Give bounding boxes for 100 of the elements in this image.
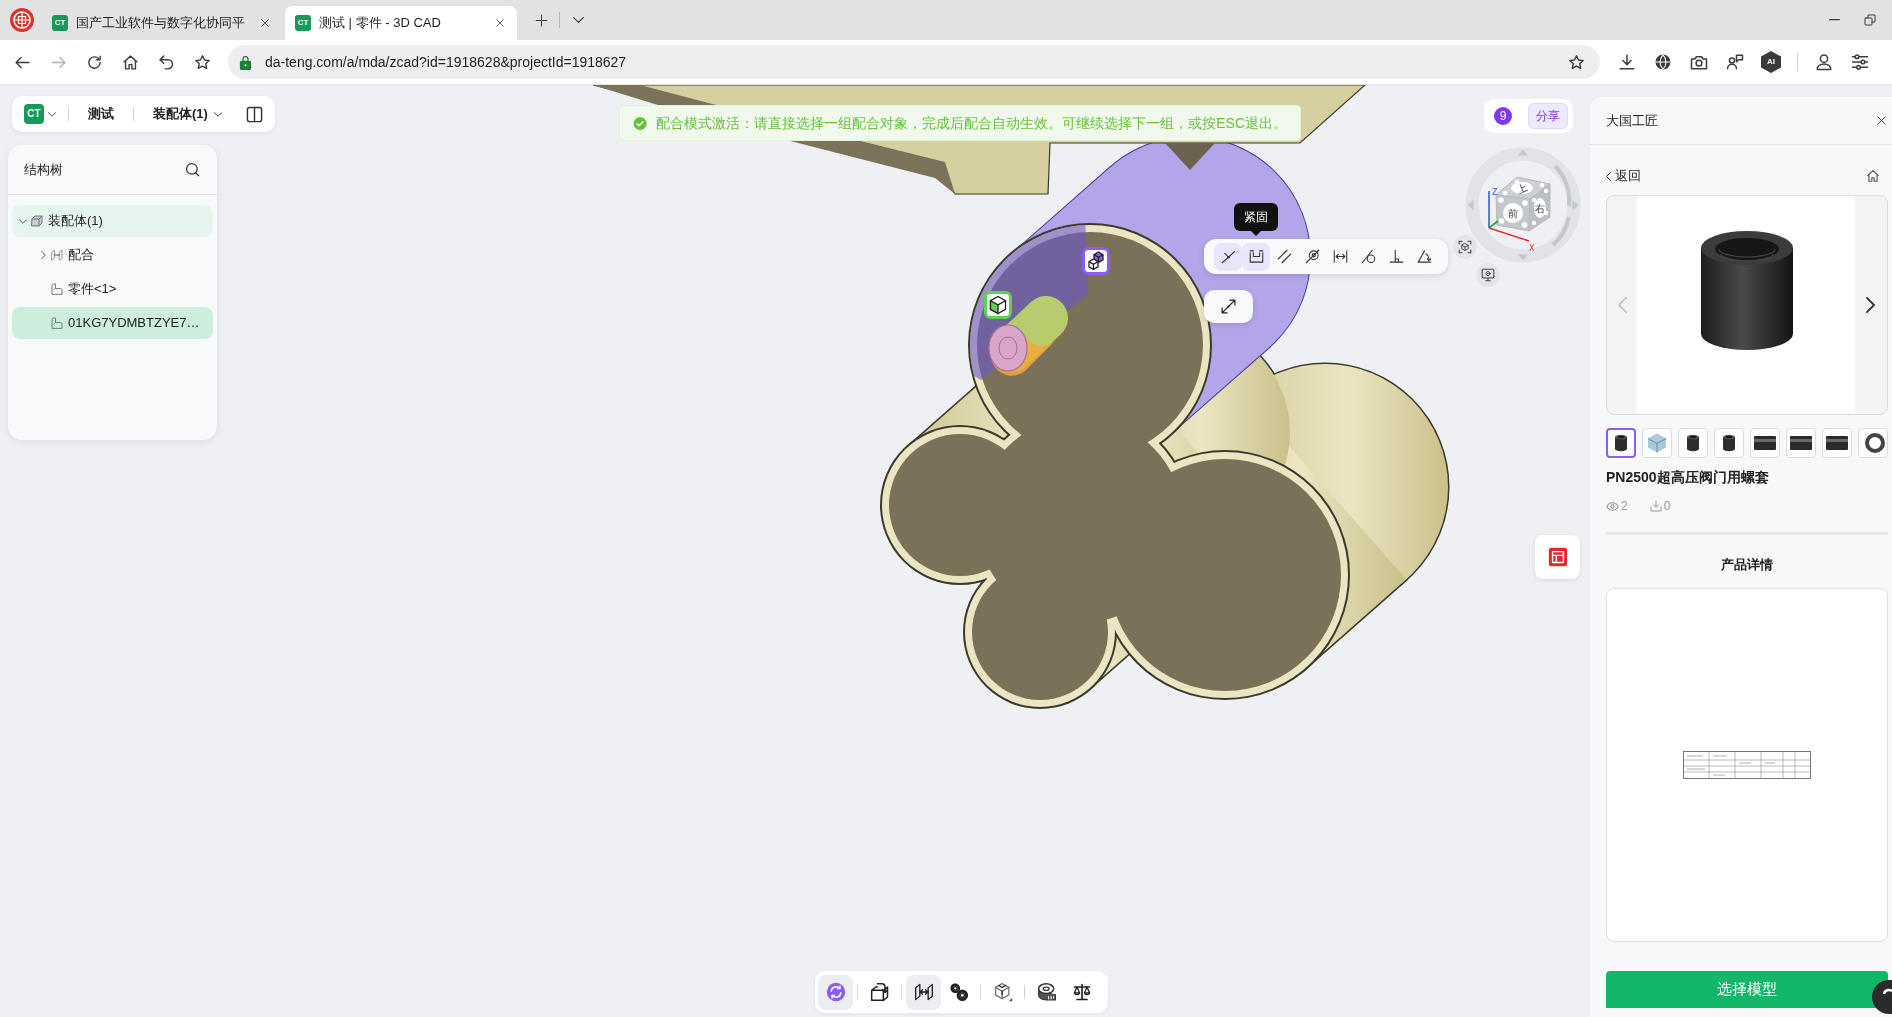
ai-extension-button[interactable]: AI [1761, 51, 1781, 73]
axis-label: X [1529, 244, 1535, 253]
view-cube[interactable] [1495, 176, 1551, 232]
angle-arc-icon [1416, 249, 1432, 264]
eye-icon [1606, 499, 1619, 513]
stacked-box-icon [31, 215, 43, 227]
chevron-left-icon [1617, 297, 1627, 313]
restore-icon [1864, 14, 1876, 26]
perpendicular-icon [1388, 249, 1404, 264]
home-icon [1866, 169, 1880, 183]
coincident-button[interactable] [1214, 242, 1242, 271]
mate-button[interactable] [906, 974, 941, 1010]
display-button[interactable] [1476, 263, 1500, 287]
document-menu-button[interactable]: 装配体(1) [146, 102, 229, 126]
search-icon [185, 162, 200, 177]
close-icon [260, 18, 270, 28]
orbit-arrows-icon [825, 982, 846, 1002]
tooltip: 紧固 [1234, 203, 1278, 236]
parallel-lines-icon [1276, 249, 1292, 264]
fit-view-button[interactable] [1453, 235, 1477, 259]
people-icon [1726, 53, 1744, 71]
monitor-icon [1481, 268, 1495, 282]
notice-text: 配合模式激活：请直接选择一组配合对象，完成后配合自动生效。可继续选择下一组，或按ESC退出。 [656, 113, 1287, 133]
report-button[interactable] [1535, 535, 1580, 579]
star-icon [1567, 53, 1585, 71]
rotate-button[interactable] [818, 974, 853, 1010]
panel-title: 结构树 [24, 160, 63, 179]
section-title: 产品详情 [1720, 556, 1774, 573]
sliders-icon [1851, 53, 1869, 71]
person-icon [1815, 53, 1833, 71]
panel-title: 大国工匠 [1606, 111, 1658, 130]
close-icon [495, 18, 505, 28]
back-link[interactable]: 返回 [1606, 166, 1641, 186]
box-arrow-icon [869, 982, 890, 1002]
balance-scale-icon [1071, 982, 1092, 1002]
help-bubble-icon[interactable] [1872, 980, 1892, 1014]
cube-caret-icon [992, 982, 1013, 1002]
browser-tab[interactable]: CT 国产工业软件与数字化协同平 [42, 6, 282, 40]
emblem-icon [10, 8, 34, 32]
close-icon [1876, 115, 1887, 126]
planes-arrow-icon [913, 982, 934, 1002]
download-icon [1618, 53, 1636, 71]
home-icon [121, 53, 139, 71]
browser-tab[interactable]: CT 测试 | 零件 - 3D CAD [285, 6, 517, 40]
tree-item[interactable]: 配合 [12, 239, 213, 271]
globe-icon [1654, 53, 1672, 71]
orbit-ring[interactable] [1465, 147, 1581, 263]
site-logo: CT [295, 15, 311, 31]
distance-arrows-icon [1332, 249, 1348, 264]
download-count: 0 [1663, 498, 1671, 515]
split-panel-icon [246, 105, 263, 123]
camera-icon [1690, 53, 1708, 71]
chevron-right-icon [1865, 297, 1875, 313]
part-outline-icon [51, 317, 63, 329]
download-icon [1649, 500, 1662, 512]
count-badge: 9 [1494, 107, 1512, 125]
close-tab-button[interactable] [493, 16, 507, 30]
tree-item[interactable]: 01KG7YDMBTZYE7… [12, 307, 213, 339]
caret-icon [48, 111, 56, 117]
site-logo: CT [52, 15, 68, 31]
share-button[interactable]: 分享 [1528, 103, 1568, 129]
panel-toggle-button[interactable] [246, 105, 263, 123]
line-point-icon [1220, 249, 1236, 264]
tree-item[interactable]: 零件<1> [12, 273, 213, 305]
app-logo[interactable]: CT [24, 104, 44, 124]
chevron-left-icon [1606, 171, 1611, 181]
close-panel-button[interactable] [1876, 115, 1887, 126]
check-circle-icon [633, 115, 648, 131]
axis-label: Z [1492, 188, 1498, 197]
view-count: 2 [1621, 498, 1628, 515]
star-icon [193, 53, 211, 71]
bracket-icon [1248, 249, 1264, 264]
flip-direction-button[interactable] [1204, 290, 1253, 323]
two-cubes-marker-icon[interactable] [1082, 247, 1110, 275]
project-button[interactable]: 测试 [81, 102, 121, 126]
table-sheet-icon [1547, 547, 1568, 567]
cube-marker-icon[interactable] [984, 291, 1012, 319]
undo-arrow-icon [157, 53, 175, 71]
fasten-button[interactable] [1242, 242, 1270, 271]
address-field[interactable]: da-teng.com/a/mda/zcad?id=1918628&projectId=1918627 [228, 45, 1600, 79]
gears-icon [948, 982, 969, 1002]
reload-icon [85, 53, 103, 71]
cube-frame-icon [1458, 240, 1472, 254]
mate-planes-icon [51, 249, 63, 261]
diagonal-arrows-icon [1220, 298, 1237, 315]
chevron-down-icon [572, 17, 584, 23]
concentric-circles-icon [1304, 249, 1320, 264]
thumbnail-button[interactable] [1606, 428, 1636, 458]
close-tab-button[interactable] [258, 16, 272, 30]
product-title: PN2500超高压阀门用螺套 [1606, 468, 1770, 487]
tree-item[interactable]: 装配体(1) [12, 205, 213, 237]
small-part-thumbnail [1645, 431, 1669, 455]
caret-icon [213, 111, 222, 117]
tape-measure-icon [1036, 982, 1057, 1002]
lock-icon [238, 54, 253, 70]
line-circle-icon [1360, 249, 1376, 264]
search-button[interactable] [185, 162, 200, 177]
part-outline-icon [51, 283, 63, 295]
plus-icon [534, 13, 548, 27]
home-button[interactable] [1866, 169, 1880, 183]
